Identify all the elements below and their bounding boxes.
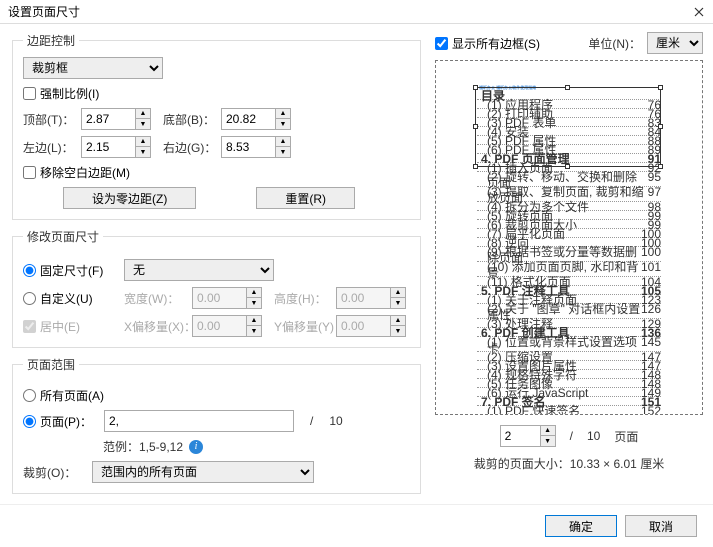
- unit-select[interactable]: 厘米: [647, 32, 703, 54]
- page-preview[interactable]: 福昕办公 福昕办公软件使用指南 目录 (1) 应用程序76 (2) 打印辅助76…: [435, 60, 703, 415]
- xoff-label: X偏移量(X)：: [124, 318, 186, 335]
- fixed-size-select[interactable]: 无: [124, 259, 274, 281]
- close-button[interactable]: [689, 2, 709, 22]
- preview-document: 福昕办公 福昕办公软件使用指南 目录 (1) 应用程序76 (2) 打印辅助76…: [469, 73, 669, 403]
- right-spinbox[interactable]: ▲▼: [221, 136, 291, 158]
- size-legend: 修改页面尺寸: [23, 228, 103, 245]
- bottom-label: 底部(B)：: [163, 111, 215, 128]
- spin-up-icon[interactable]: ▲: [136, 109, 150, 119]
- unit-label: 单位(N)：: [588, 35, 641, 52]
- cancel-button[interactable]: 取消: [625, 515, 697, 537]
- left-spinbox[interactable]: ▲▼: [81, 136, 151, 158]
- reset-button[interactable]: 重置(R): [256, 187, 355, 209]
- height-label: 高度(H)：: [274, 290, 330, 307]
- page-radio[interactable]: 页面(P)：: [23, 413, 98, 430]
- yoff-spinbox: ▲▼: [336, 315, 406, 337]
- top-label: 顶部(T)：: [23, 111, 75, 128]
- crop-label: 裁剪(O)：: [23, 464, 86, 481]
- width-spinbox: ▲▼: [192, 287, 262, 309]
- page-size-group: 修改页面尺寸 固定尺寸(F) 无 自定义(U) 宽度(W)： ▲▼ 高度(H)：…: [12, 228, 421, 348]
- margin-control-group: 边距控制 裁剪框 强制比例(I) 顶部(T)： ▲▼ 底部(B)： ▲▼ 左边(…: [12, 32, 421, 220]
- crop-size-label: 裁剪的页面大小：10.33 × 6.01 厘米: [474, 455, 664, 472]
- page-total: 10: [329, 414, 342, 428]
- fixed-size-radio[interactable]: 固定尺寸(F): [23, 262, 118, 279]
- preview-total: 10: [587, 429, 600, 443]
- close-icon: [694, 7, 704, 17]
- top-spinbox[interactable]: ▲▼: [81, 108, 151, 130]
- height-spinbox: ▲▼: [336, 287, 406, 309]
- custom-size-radio[interactable]: 自定义(U): [23, 290, 118, 307]
- crop-box-select[interactable]: 裁剪框: [23, 57, 163, 79]
- all-pages-radio[interactable]: 所有页面(A): [23, 387, 104, 404]
- center-checkbox: 居中(E): [23, 318, 118, 335]
- example-label: 范例：1,5-9,12: [103, 438, 183, 455]
- spin-down-icon[interactable]: ▼: [136, 119, 150, 129]
- zero-margin-button[interactable]: 设为零边距(Z): [63, 187, 196, 209]
- right-label: 右边(G)：: [163, 139, 215, 156]
- dialog-title: 设置页面尺寸: [8, 3, 80, 20]
- remove-blank-checkbox[interactable]: 移除空白边距(M): [23, 164, 130, 181]
- bottom-spinbox[interactable]: ▲▼: [221, 108, 291, 130]
- preview-page-spinbox[interactable]: ▲▼: [500, 425, 556, 447]
- page-input[interactable]: [104, 410, 294, 432]
- margin-legend: 边距控制: [23, 32, 79, 49]
- preview-page-label: 页面: [614, 428, 638, 445]
- ok-button[interactable]: 确定: [545, 515, 617, 537]
- force-ratio-checkbox[interactable]: 强制比例(I): [23, 85, 99, 102]
- show-all-borders-checkbox[interactable]: 显示所有边框(S): [435, 35, 540, 52]
- width-label: 宽度(W)：: [124, 290, 186, 307]
- xoff-spinbox: ▲▼: [192, 315, 262, 337]
- crop-scope-select[interactable]: 范围内的所有页面: [92, 461, 314, 483]
- crop-selection-box[interactable]: [475, 87, 661, 167]
- range-legend: 页面范围: [23, 356, 79, 373]
- page-range-group: 页面范围 所有页面(A) 页面(P)： / 10 范例：1,5-9,12 i 裁…: [12, 356, 421, 494]
- left-label: 左边(L)：: [23, 139, 75, 156]
- yoff-label: Y偏移量(Y)：: [274, 318, 330, 335]
- info-icon[interactable]: i: [189, 440, 203, 454]
